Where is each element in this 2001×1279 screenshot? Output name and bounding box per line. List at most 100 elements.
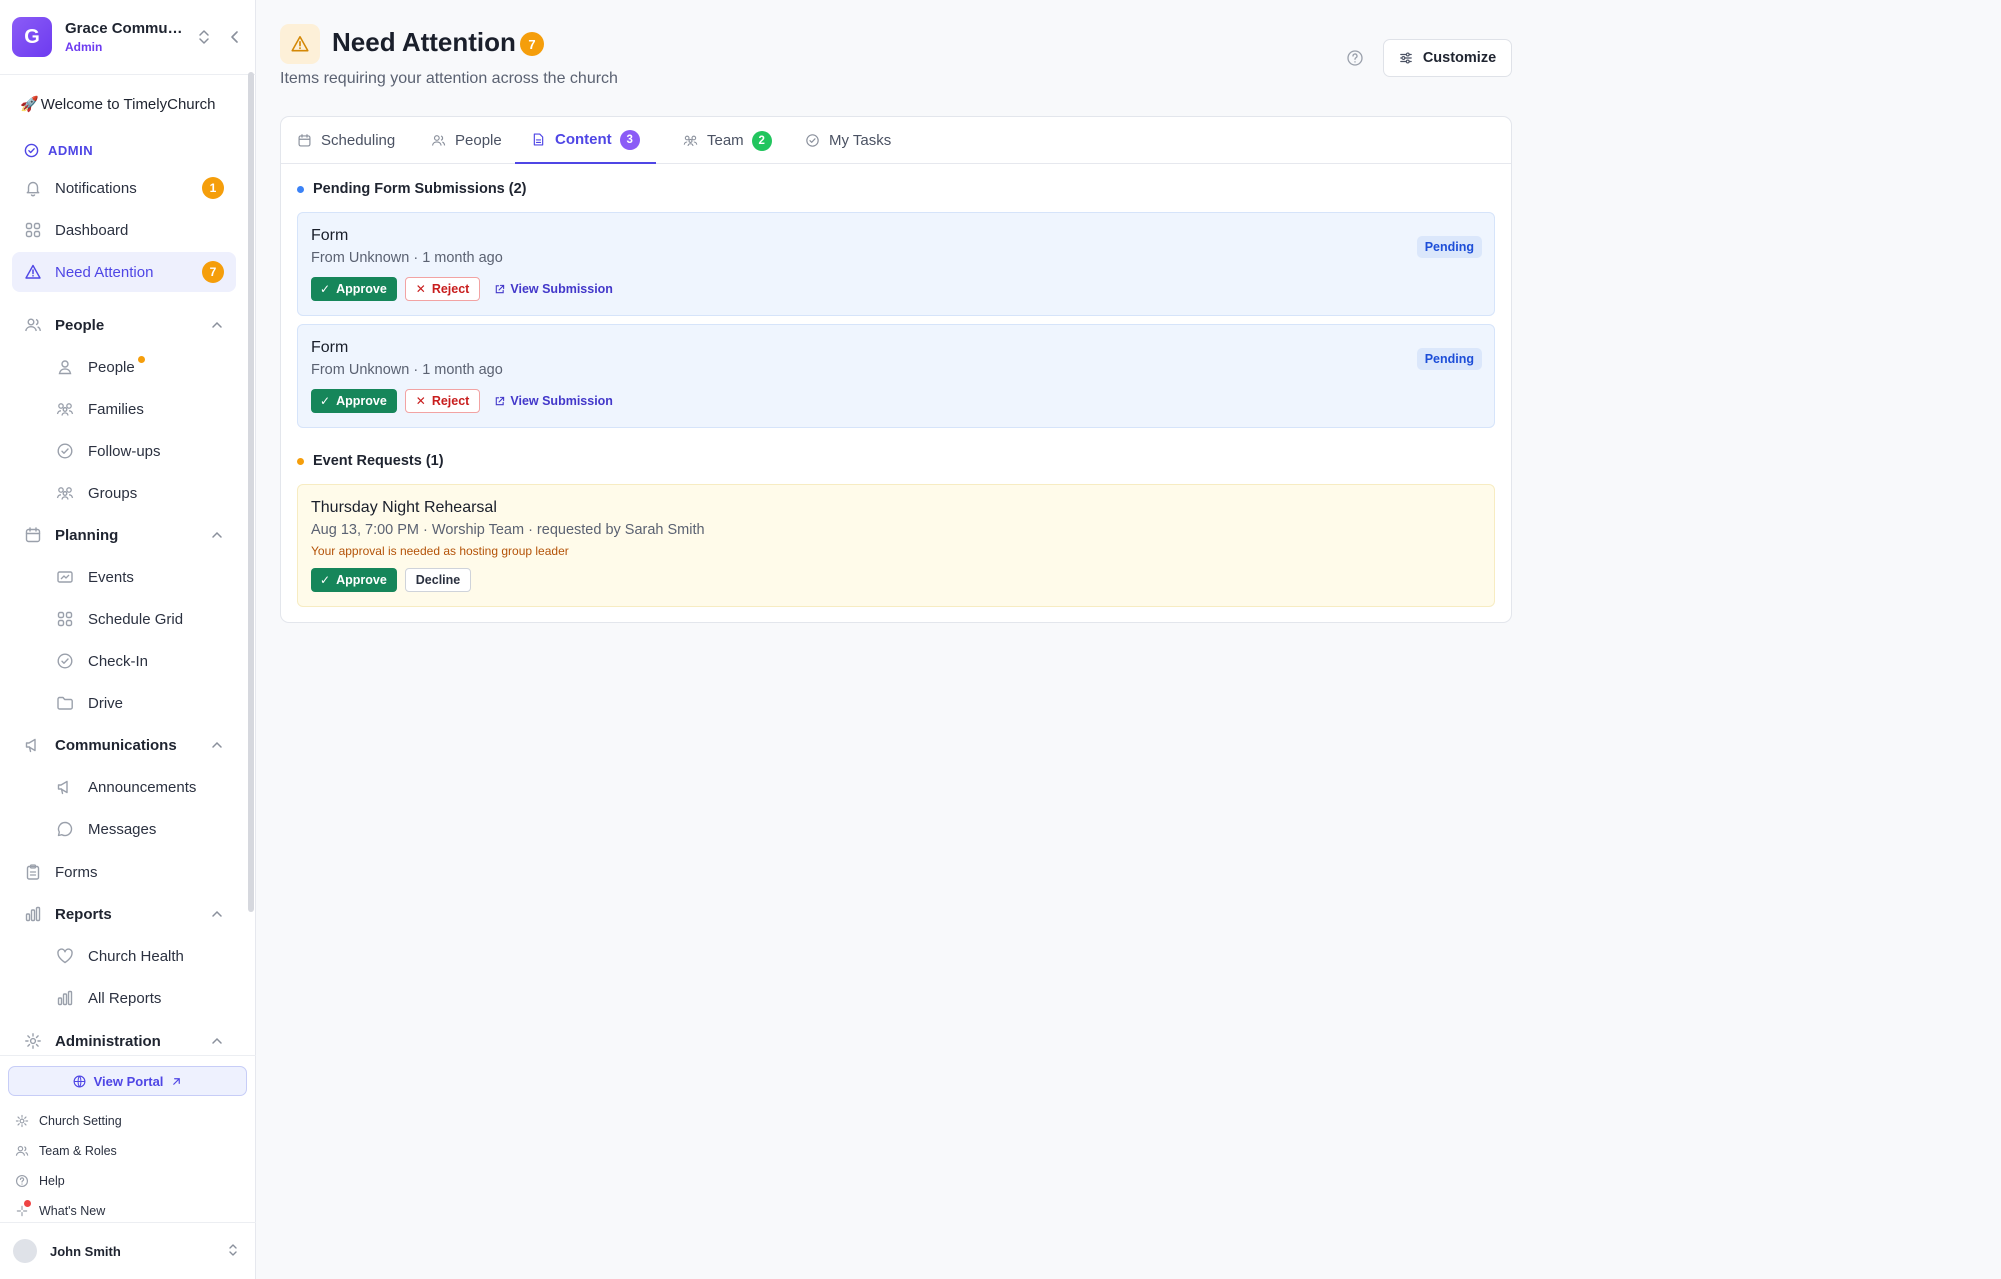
section-heading-label: Event Requests (1) <box>313 453 444 469</box>
sidebar-item-dashboard[interactable]: Dashboard <box>12 210 236 250</box>
sidebar-item-label: Administration <box>55 1032 161 1050</box>
tab-my-tasks[interactable]: My Tasks <box>789 117 907 164</box>
clipboard-icon <box>26 864 40 880</box>
card-note: Your approval is needed as hosting group… <box>311 544 569 558</box>
customize-button[interactable]: Customize <box>1383 39 1512 77</box>
tab-label: Scheduling <box>321 132 396 149</box>
section-heading-forms: Pending Form Submissions (2) <box>297 181 527 197</box>
reject-button[interactable]: ✕ Reject <box>404 389 481 413</box>
sidebar-item-need-attention[interactable]: Need Attention 7 <box>12 252 236 292</box>
sidebar-item-forms[interactable]: Forms <box>12 852 236 892</box>
tab-content-badge: 3 <box>619 129 640 150</box>
sidebar-item-followups[interactable]: Follow-ups <box>12 431 236 471</box>
users-icon <box>431 135 446 146</box>
calendar-icon <box>298 134 311 147</box>
whats-new-link[interactable]: What's New <box>15 1200 105 1222</box>
team-roles-label: Team & Roles <box>39 1144 117 1158</box>
decline-button[interactable]: Decline <box>404 568 472 592</box>
title-count-badge: 7 <box>520 32 544 56</box>
org-switcher[interactable]: G Grace Community Church Admin <box>12 16 242 58</box>
help-link[interactable]: Help <box>15 1170 65 1192</box>
sidebar-item-label: Reports <box>55 905 112 923</box>
sidebar-item-announcements[interactable]: Announcements <box>12 767 236 807</box>
sidebar-item-checkin[interactable]: Check-In <box>12 641 236 681</box>
sidebar-item-label: People <box>88 358 135 376</box>
chevron-up-icon <box>212 321 222 328</box>
sidebar-item-families[interactable]: Families <box>12 389 236 429</box>
sidebar-nav: 🚀 Welcome to TimelyChurch ADMIN Notifica… <box>0 75 256 1055</box>
bell-icon <box>26 181 40 197</box>
section-dot <box>297 185 304 193</box>
view-submission-link[interactable]: View Submission <box>494 394 613 408</box>
sidebar-item-label: All Reports <box>88 989 162 1007</box>
welcome-label: Welcome to TimelyChurch <box>40 95 216 113</box>
sidebar-group-communications[interactable]: Communications <box>12 725 236 765</box>
close-icon: ✕ <box>415 282 426 296</box>
user-icon <box>58 360 72 375</box>
approve-label: Approve <box>336 573 387 587</box>
bar-chart-icon <box>25 906 41 922</box>
user-name: John Smith <box>50 1243 121 1259</box>
sidebar-item-label: Follow-ups <box>88 442 161 460</box>
view-submission-link[interactable]: View Submission <box>494 282 613 296</box>
approve-button[interactable]: ✓ Approve <box>311 568 397 592</box>
tab-label: People <box>455 132 502 149</box>
reject-button[interactable]: ✕ Reject <box>404 277 481 301</box>
tab-content[interactable]: Content 3 <box>515 117 656 164</box>
team-roles-link[interactable]: Team & Roles <box>15 1140 117 1162</box>
sidebar: G Grace Community Church Admin 🚀 Welcome… <box>0 0 256 1279</box>
org-role: Admin <box>65 40 103 54</box>
sidebar-item-label: Communications <box>55 736 177 754</box>
help-circle-icon[interactable] <box>1346 49 1364 67</box>
attention-panel: Scheduling People Content 3 Team 2 My Ta… <box>280 116 1512 623</box>
tab-people[interactable]: People <box>415 117 518 164</box>
sidebar-item-label: Check-In <box>88 652 149 670</box>
chevrons-up-down-icon <box>229 1244 237 1256</box>
sidebar-group-planning[interactable]: Planning <box>12 515 236 555</box>
chevrons-up-down-icon[interactable] <box>196 28 212 46</box>
sidebar-item-label: Events <box>88 568 134 586</box>
sidebar-item-people[interactable]: People <box>12 347 236 387</box>
sidebar-group-administration[interactable]: Administration <box>12 1021 236 1055</box>
view-portal-button[interactable]: View Portal <box>8 1066 247 1096</box>
section-heading-events: Event Requests (1) <box>297 453 444 469</box>
chevron-left-icon[interactable] <box>226 28 244 46</box>
external-link-icon <box>496 396 505 405</box>
sidebar-item-label: Messages <box>88 820 157 838</box>
admin-label-text: ADMIN <box>48 143 94 158</box>
sidebar-group-reports[interactable]: Reports <box>12 894 236 934</box>
sidebar-item-notifications[interactable]: Notifications 1 <box>12 168 236 208</box>
church-setting-link[interactable]: Church Setting <box>15 1110 122 1132</box>
approve-button[interactable]: ✓ Approve <box>311 389 397 413</box>
rocket-icon: 🚀 <box>20 96 39 113</box>
check-icon: ✓ <box>320 282 331 296</box>
sidebar-item-label: Drive <box>88 694 124 712</box>
card-title: Form <box>311 339 349 356</box>
sidebar-item-all-reports[interactable]: All Reports <box>12 978 236 1018</box>
message-circle-icon <box>57 821 73 837</box>
sidebar-item-label: Need Attention <box>55 263 154 281</box>
check-icon: ✓ <box>320 573 331 587</box>
users-icon <box>15 1145 29 1156</box>
sidebar-item-messages[interactable]: Messages <box>12 809 236 849</box>
admin-section-label: ADMIN <box>24 143 93 158</box>
card-title: Form <box>311 227 349 244</box>
tab-team[interactable]: Team 2 <box>667 117 788 164</box>
sidebar-item-drive[interactable]: Drive <box>12 683 236 723</box>
avatar <box>13 1239 37 1263</box>
tab-scheduling[interactable]: Scheduling <box>281 117 411 164</box>
sidebar-item-church-health[interactable]: Church Health <box>12 936 236 976</box>
sidebar-item-events[interactable]: Events <box>12 557 236 597</box>
sidebar-item-groups[interactable]: Groups <box>12 473 236 513</box>
folder-icon <box>57 696 73 710</box>
tab-bar: Scheduling People Content 3 Team 2 My Ta… <box>281 117 1511 164</box>
sidebar-item-schedule-grid[interactable]: Schedule Grid <box>12 599 236 639</box>
card-title: Thursday Night Rehearsal <box>311 499 497 516</box>
approve-button[interactable]: ✓ Approve <box>311 277 397 301</box>
grid-icon <box>57 611 73 627</box>
sidebar-group-people[interactable]: People <box>12 305 236 345</box>
welcome-link[interactable]: 🚀 Welcome to TimelyChurch <box>20 95 216 114</box>
user-menu[interactable]: John Smith <box>0 1222 256 1279</box>
page-title: Need Attention <box>332 27 516 57</box>
form-submission-card: Form From Unknown · 1 month ago Pending … <box>297 212 1495 316</box>
